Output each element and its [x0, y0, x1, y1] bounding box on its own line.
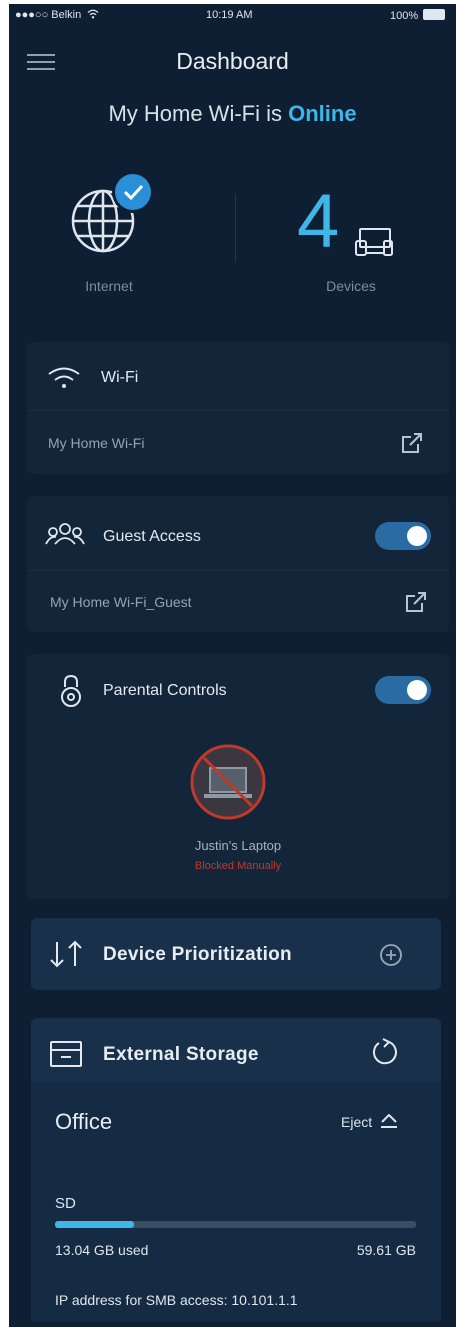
status-carrier: ●●●○○ Belkin [15, 9, 99, 21]
external-storage-header: External Storage [31, 1018, 441, 1088]
storage-used: 13.04 GB used [55, 1242, 149, 1258]
guests-icon [45, 523, 85, 545]
storage-total: 59.61 GB [356, 1242, 416, 1258]
external-storage-title: External Storage [103, 1044, 259, 1065]
eject-label: Eject [341, 1114, 373, 1130]
battery-label: 100% [390, 10, 419, 22]
internet-tile[interactable] [65, 174, 157, 264]
app-screen: ●●●○○ Belkin 10:19 AM 100% Dashboard My … [9, 4, 456, 1327]
network-status-prefix: My Home Wi-Fi is [108, 101, 282, 126]
add-circle-icon[interactable] [379, 943, 403, 967]
lock-icon [61, 674, 81, 707]
parental-controls-card: Parental Controls Justin's Laptop Blocke… [27, 654, 449, 899]
devices-label: Devices [326, 278, 376, 294]
wifi-card: Wi-Fi My Home Wi-Fi [27, 342, 449, 474]
blocked-device[interactable] [190, 744, 266, 820]
wifi-title: Wi-Fi [101, 369, 139, 386]
checkmark-icon [115, 174, 151, 210]
storage-drive-icon [50, 1041, 82, 1067]
parental-controls-toggle[interactable] [375, 676, 431, 704]
carrier-label: ●●●○○ Belkin [15, 9, 82, 21]
network-status-state: Online [288, 101, 357, 126]
wifi-signal-icon [87, 9, 99, 19]
guest-access-title: Guest Access [103, 528, 201, 545]
internet-label: Internet [85, 278, 133, 294]
devices-icon [355, 228, 393, 256]
blocked-device-status: Blocked Manually [194, 860, 282, 872]
device-prioritization-card[interactable]: Device Prioritization [31, 918, 441, 990]
device-prioritization-title: Device Prioritization [103, 944, 292, 965]
status-time: 10:19 AM [206, 9, 253, 21]
eject-icon [381, 1113, 398, 1128]
summary-divider [235, 194, 236, 262]
status-battery: 100% [390, 9, 446, 22]
storage-usage-fill [55, 1221, 135, 1228]
share-icon[interactable] [405, 591, 427, 613]
guest-divider [27, 570, 449, 571]
partition-label: SD [55, 1195, 76, 1212]
storage-usage-bar [55, 1221, 416, 1228]
network-status: My Home Wi-Fi is Online [9, 101, 456, 127]
storage-drive-panel: Office Eject SD 13.04 GB used 59.61 GB I… [31, 1082, 441, 1322]
blocked-laptop-icon [190, 744, 266, 820]
parental-controls-title: Parental Controls [103, 682, 227, 699]
sort-arrows-icon [50, 940, 82, 968]
guest-network-name[interactable]: My Home Wi-Fi_Guest [50, 594, 192, 610]
drive-name: Office [55, 1109, 113, 1134]
eject-button[interactable]: Eject [341, 1113, 398, 1130]
wifi-network-name[interactable]: My Home Wi-Fi [48, 435, 144, 451]
guest-access-card: Guest Access My Home Wi-Fi_Guest [27, 496, 449, 632]
battery-icon [423, 9, 446, 20]
wifi-icon [48, 367, 80, 388]
smb-ip-address: IP address for SMB access: 10.101.1.1 [55, 1292, 298, 1308]
wifi-divider [27, 410, 449, 411]
guest-access-toggle[interactable] [375, 522, 431, 550]
blocked-device-name: Justin's Laptop [194, 838, 282, 853]
share-icon[interactable] [401, 432, 423, 454]
refresh-icon[interactable] [369, 1036, 401, 1068]
page-title: Dashboard [176, 48, 289, 74]
devices-count[interactable]: 4 [297, 184, 339, 260]
